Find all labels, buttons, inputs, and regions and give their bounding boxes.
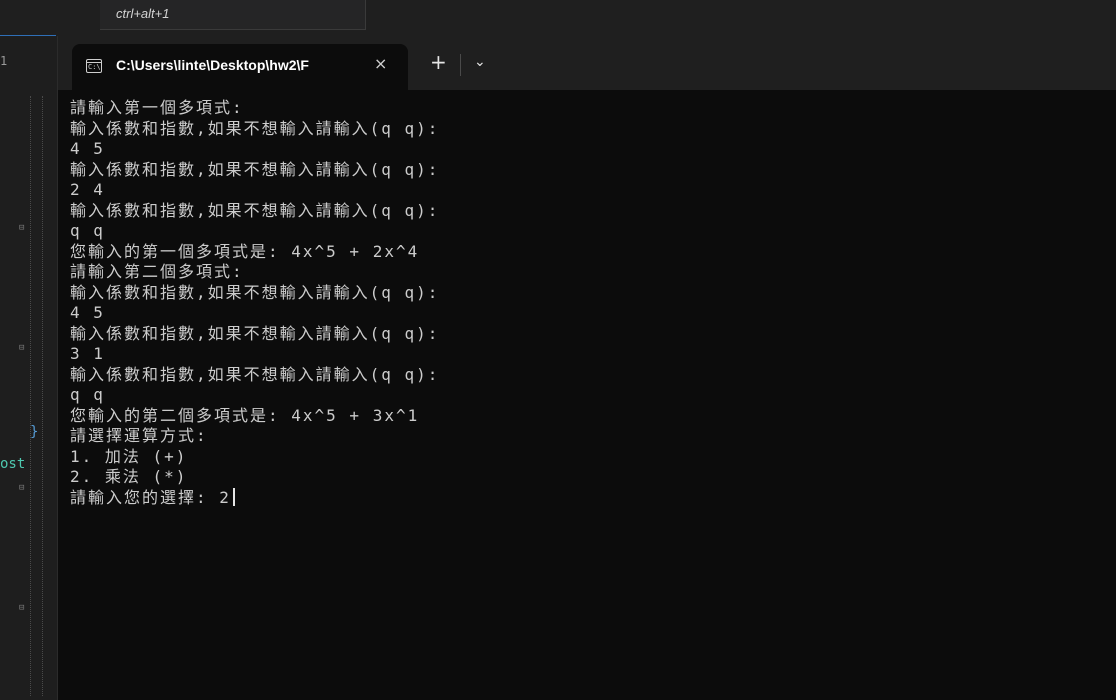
chevron-down-icon[interactable]: ⌄ (474, 54, 486, 70)
fold-marker-icon[interactable]: ⊟ (19, 223, 24, 233)
fold-marker-icon[interactable]: ⊟ (19, 603, 24, 613)
fold-marker-icon[interactable]: ⊟ (19, 343, 24, 353)
shortcut-tooltip: ctrl+alt+1 (100, 0, 366, 30)
terminal-line: 請選擇運算方式: (70, 426, 208, 445)
gutter-code-brace: } (30, 424, 39, 440)
terminal-line: 4 5 (70, 139, 105, 158)
terminal-line: 3 1 (70, 344, 105, 363)
terminal-prompt-line[interactable]: 請輸入您的選擇: 2 (70, 487, 1100, 509)
terminal-line: q q (70, 221, 105, 240)
terminal-line: 輸入係數和指數,如果不想輸入請輸入(q q): (70, 282, 440, 302)
terminal-line: 您輸入的第二個多項式是: 4x^5 + 3x^1 (70, 405, 420, 425)
terminal-tab-bar: C:\ C:\Users\linte\Desktop\hw2\F × + ⌄ (58, 36, 1116, 90)
terminal-line: 4 5 (70, 303, 105, 322)
terminal-prompt-text: 請輸入您的選擇: 2 (70, 487, 231, 507)
gutter-line-number: 1 (0, 54, 8, 68)
gutter-code-fragment: ost (0, 456, 26, 472)
terminal-line: 您輸入的第一個多項式是: 4x^5 + 2x^4 (70, 241, 420, 261)
terminal-tab[interactable]: C:\ C:\Users\linte\Desktop\hw2\F × (72, 44, 408, 90)
text-cursor (232, 487, 235, 506)
terminal-line: 請輸入第二個多項式: (70, 262, 244, 281)
console-icon: C:\ (86, 59, 102, 73)
terminal-line: 2 4 (70, 180, 105, 199)
terminal-line: 2. 乘法 (*) (70, 467, 188, 486)
terminal-line: 輸入係數和指數,如果不想輸入請輸入(q q): (70, 118, 440, 138)
shortcut-tooltip-text: ctrl+alt+1 (116, 6, 170, 21)
terminal-line: 請輸入第一個多項式: (70, 98, 244, 117)
terminal-line: 輸入係數和指數,如果不想輸入請輸入(q q): (70, 200, 440, 220)
terminal-line: 輸入係數和指數,如果不想輸入請輸入(q q): (70, 364, 440, 384)
indent-guide (42, 96, 43, 696)
terminal-window: C:\ C:\Users\linte\Desktop\hw2\F × + ⌄ 請… (58, 36, 1116, 700)
terminal-tab-title: C:\Users\linte\Desktop\hw2\F (116, 57, 309, 73)
terminal-line: 1. 加法 (+) (70, 446, 188, 466)
new-tab-icon[interactable]: + (430, 52, 447, 72)
screen: ctrl+alt+1 1 ⊟ ⊟ ⊟ ⊟ } ost C:\ C:\Users\… (0, 0, 1116, 700)
fold-marker-icon[interactable]: ⊟ (19, 483, 24, 493)
ide-editor-gutter: 1 ⊟ ⊟ ⊟ ⊟ } ost (0, 36, 58, 700)
close-tab-icon[interactable]: × (374, 54, 387, 73)
terminal-line: q q (70, 385, 105, 404)
indent-guide (30, 96, 31, 696)
tab-bar-separator (460, 54, 461, 76)
terminal-output[interactable]: 請輸入第一個多項式: 輸入係數和指數,如果不想輸入請輸入(q q): 4 5 輸… (70, 98, 1100, 508)
terminal-line: 輸入係數和指數,如果不想輸入請輸入(q q): (70, 159, 440, 179)
terminal-line: 輸入係數和指數,如果不想輸入請輸入(q q): (70, 323, 440, 343)
